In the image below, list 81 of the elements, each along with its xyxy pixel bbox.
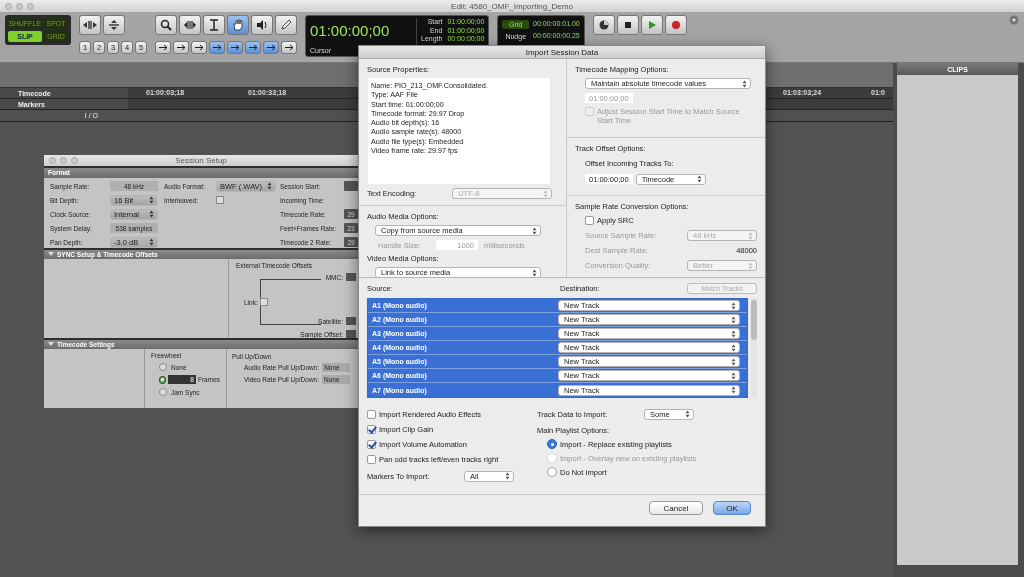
- arrow-icon: [176, 44, 186, 51]
- updown-arrows-icon: [696, 175, 702, 184]
- selector-tool-button[interactable]: [203, 15, 225, 35]
- search-icon: [160, 19, 172, 31]
- arrow-icon: [158, 44, 168, 51]
- clock-icon: [597, 19, 610, 31]
- play-button[interactable]: [640, 15, 663, 35]
- checkbox[interactable]: [259, 298, 268, 307]
- trim-arrows-icon: [183, 19, 197, 31]
- edit-tool-button[interactable]: [281, 41, 297, 54]
- edit-tool-button[interactable]: [245, 41, 261, 54]
- edit-tool-button[interactable]: [155, 41, 171, 54]
- updown-arrows-icon: [742, 79, 747, 88]
- updown-arrows-icon: [731, 386, 736, 394]
- record-button[interactable]: [664, 15, 687, 35]
- edit-tool-button[interactable]: [227, 41, 243, 54]
- updown-arrows-icon: [532, 268, 537, 277]
- updown-arrows-icon: [149, 210, 154, 219]
- edit-tool-button[interactable]: [173, 41, 189, 54]
- radio-button[interactable]: [547, 439, 557, 449]
- grabber-tool-button[interactable]: [227, 15, 249, 35]
- arrow-icon: [266, 44, 276, 51]
- stop-button[interactable]: [616, 15, 639, 35]
- value-field[interactable]: [344, 181, 358, 192]
- zoom-arrows-icon: [106, 19, 122, 31]
- radio-button[interactable]: [159, 363, 167, 372]
- cursor-icon: [207, 19, 221, 31]
- arrow-icon: [212, 44, 222, 51]
- hand-icon: [232, 19, 244, 31]
- speaker-icon: [256, 19, 268, 31]
- arrow-icon: [284, 44, 294, 51]
- updown-arrows-icon: [731, 371, 736, 380]
- window-title: Session Setup: [175, 155, 227, 165]
- edit-tool-button[interactable]: [191, 41, 207, 54]
- checkbox[interactable]: [585, 107, 594, 116]
- scrubber-tool-button[interactable]: [251, 15, 273, 35]
- cancel-button[interactable]: Cancel: [649, 501, 703, 515]
- edit-tool-button[interactable]: [209, 41, 225, 54]
- zoom-arrows-icon: [82, 19, 98, 31]
- pencil-icon: [280, 19, 292, 31]
- updown-arrows-icon: [731, 343, 736, 352]
- updown-arrows-icon: [685, 410, 690, 418]
- updown-arrows-icon: [532, 226, 537, 235]
- record-icon: [669, 19, 682, 31]
- updown-arrows-icon: [731, 357, 736, 366]
- zoom-out-button[interactable]: [79, 15, 101, 35]
- radio-button[interactable]: [547, 467, 557, 477]
- scrollbar-thumb[interactable]: [751, 300, 757, 340]
- online-button[interactable]: [592, 15, 615, 35]
- main-counter-value: 01:00:00;00: [310, 22, 391, 39]
- updown-arrows-icon: [267, 182, 272, 191]
- zoom-tool-button[interactable]: [155, 15, 177, 35]
- menu-icon: [1009, 15, 1019, 25]
- arrow-icon: [194, 44, 204, 51]
- expanded-triangle-icon: [48, 341, 54, 348]
- updown-arrows-icon: [149, 238, 154, 247]
- expanded-triangle-icon: [48, 251, 54, 258]
- updown-arrows-icon: [748, 231, 753, 240]
- updown-arrows-icon: [731, 301, 736, 310]
- radio-button[interactable]: [159, 388, 167, 397]
- checkbox[interactable]: [367, 454, 376, 464]
- updown-arrows-icon: [149, 196, 154, 205]
- updown-arrows-icon: [731, 329, 736, 338]
- checkbox[interactable]: [367, 439, 376, 449]
- value-field[interactable]: [346, 273, 356, 282]
- dialog-title: Import Session Data: [525, 47, 599, 57]
- checkbox[interactable]: [216, 196, 224, 205]
- checkbox[interactable]: [367, 409, 376, 419]
- updown-arrows-icon: [748, 261, 753, 270]
- pencil-tool-button[interactable]: [275, 15, 297, 35]
- edit-tool-button[interactable]: [263, 41, 279, 54]
- updown-arrows-icon: [505, 472, 510, 480]
- arrow-icon: [230, 44, 240, 51]
- window-title: Edit: 4580_OMF_Importing_Demo: [451, 1, 573, 11]
- ok-button[interactable]: OK: [713, 501, 751, 515]
- arrow-icon: [248, 44, 258, 51]
- zoom-in-button[interactable]: [103, 15, 125, 35]
- trim-tool-button[interactable]: [179, 15, 201, 35]
- updown-arrows-icon: [543, 189, 549, 198]
- updown-arrows-icon: [731, 315, 736, 324]
- checkbox[interactable]: [367, 424, 376, 434]
